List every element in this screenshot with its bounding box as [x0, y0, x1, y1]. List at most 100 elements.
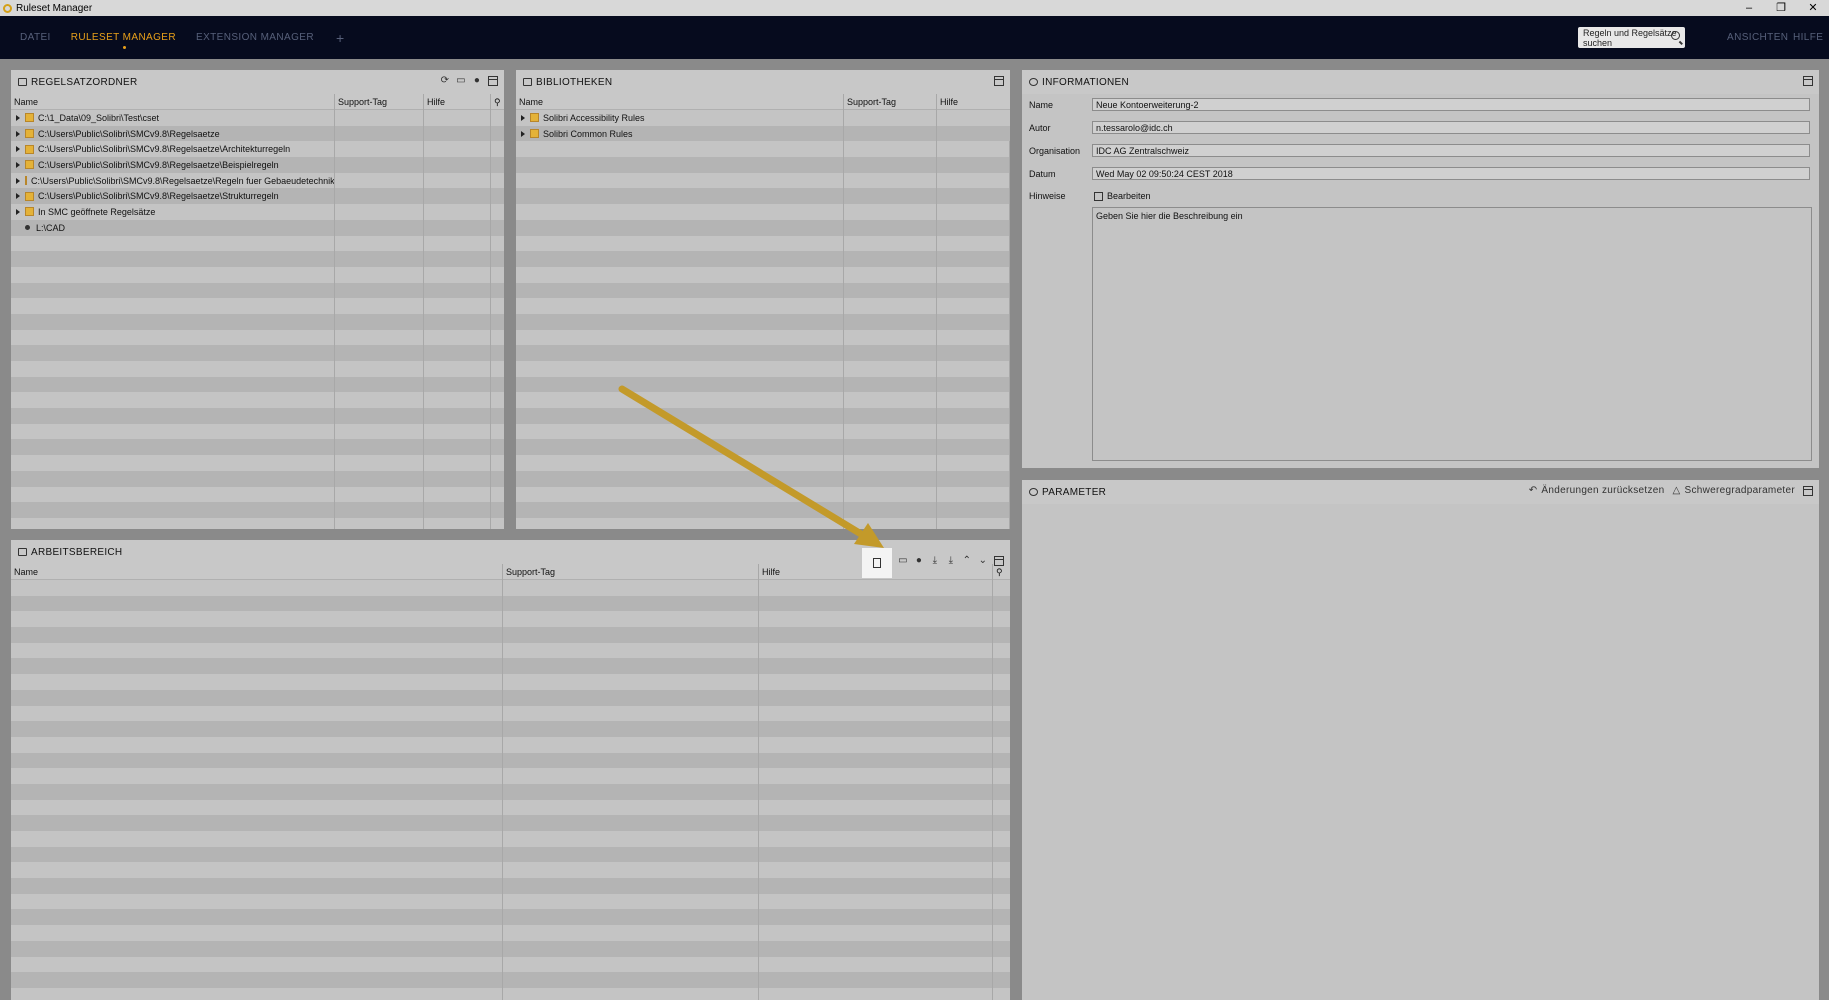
notes-label: Hinweise [1029, 191, 1066, 201]
empty-row [516, 361, 1010, 377]
menu-ansichten[interactable]: ANSICHTEN [1727, 16, 1788, 59]
folder-icon [25, 176, 27, 186]
empty-row [11, 470, 504, 487]
empty-row [516, 502, 1010, 518]
edit-button[interactable]: Bearbeiten [1094, 191, 1151, 201]
expand-icon[interactable] [16, 146, 20, 153]
empty-row [11, 642, 1010, 659]
empty-row [11, 329, 504, 346]
menu-datei[interactable]: DATEI [20, 16, 51, 59]
maximize-panel-icon[interactable] [994, 556, 1004, 566]
severity-parameter-button[interactable]: Schweregradparameter [1685, 486, 1796, 496]
list-item[interactable]: C:\Users\Public\Solibri\SMCv9.8\Regelsae… [11, 188, 504, 205]
name-field-row: Name Neue Kontoerweiterung-2 [1029, 98, 1810, 111]
list-item[interactable]: C:\Users\Public\Solibri\SMCv9.8\Regelsae… [11, 172, 504, 189]
open-folder-icon[interactable]: ▭ [898, 556, 908, 566]
search-input[interactable]: Regeln und Regelsätze suchen [1578, 27, 1685, 48]
expand-icon[interactable] [16, 177, 20, 184]
reset-changes-button[interactable]: Änderungen zurücksetzen [1541, 486, 1664, 496]
column-name[interactable]: Name [11, 563, 503, 580]
info-icon [1029, 78, 1038, 86]
app-logo-icon [3, 3, 12, 13]
column-support-tag[interactable]: Support-Tag [503, 563, 759, 580]
empty-row [516, 376, 1010, 393]
list-item[interactable]: C:\Users\Public\Solibri\SMCv9.8\Regelsae… [11, 157, 504, 173]
empty-row [516, 439, 1010, 456]
column-hilfe[interactable]: Hilfe [937, 94, 1010, 110]
empty-row [11, 502, 504, 518]
organisation-field[interactable]: IDC AG Zentralschweiz [1092, 144, 1810, 157]
empty-row [516, 455, 1010, 471]
maximize-panel-icon[interactable] [488, 76, 498, 86]
new-document-icon [873, 558, 881, 568]
minimize-button[interactable]: – [1733, 0, 1765, 16]
menu-hilfe[interactable]: HILFE [1793, 16, 1823, 59]
column-support-tag[interactable]: Support-Tag [335, 93, 424, 110]
warning-icon: △ [1672, 485, 1681, 496]
empty-row [11, 345, 504, 361]
add-tab-button[interactable]: + [336, 30, 344, 46]
workspace-list [11, 580, 1010, 1000]
column-support-tag[interactable]: Support-Tag [844, 93, 937, 110]
notes-textarea[interactable]: Geben Sie hier die Beschreibung ein [1092, 207, 1812, 461]
refresh-icon[interactable]: ⟳ [440, 76, 450, 86]
empty-row [516, 329, 1010, 346]
chevron-down-icon[interactable]: ⌄ [978, 556, 988, 566]
maximize-panel-icon[interactable] [1803, 76, 1813, 86]
expand-icon[interactable] [16, 208, 20, 215]
maximize-panel-icon[interactable] [994, 76, 1004, 86]
column-name[interactable]: Name [516, 93, 844, 110]
menu-extension-manager[interactable]: EXTENSION MANAGER [196, 16, 314, 59]
empty-row [11, 674, 1010, 690]
list-item[interactable]: C:\Users\Public\Solibri\SMCv9.8\Regelsae… [11, 141, 504, 158]
open-folder-icon[interactable]: ▭ [456, 76, 466, 86]
close-button[interactable]: ✕ [1797, 0, 1829, 16]
expand-icon[interactable] [16, 114, 20, 121]
expand-icon[interactable] [16, 193, 20, 200]
empty-row [516, 172, 1010, 189]
empty-row [11, 768, 1010, 784]
record-icon[interactable]: ● [914, 556, 924, 566]
author-field[interactable]: n.tessarolo@idc.ch [1092, 121, 1810, 134]
regelsatzordner-panel: REGELSATZORDNER ⟳ ▭ ● Name Support-Tag H… [11, 70, 504, 529]
expand-icon[interactable] [521, 114, 525, 121]
panel-title: BIBLIOTHEKEN [536, 76, 613, 88]
name-field[interactable]: Neue Kontoerweiterung-2 [1092, 98, 1810, 111]
empty-row [11, 376, 504, 393]
column-hilfe[interactable]: Hilfe [424, 93, 491, 110]
list-item[interactable]: L:\CAD [11, 219, 504, 236]
expand-icon[interactable] [521, 130, 525, 137]
empty-row [11, 987, 1010, 1000]
empty-row [11, 783, 1010, 800]
empty-row [11, 846, 1010, 863]
chevron-up-icon[interactable]: ⌃ [962, 556, 972, 566]
download-icon[interactable]: ⤓ [930, 556, 940, 566]
list-item[interactable]: Solibri Common Rules [516, 125, 1010, 142]
list-item[interactable]: In SMC geöffnete Regelsätze [11, 204, 504, 220]
record-icon[interactable]: ● [472, 76, 482, 86]
list-item[interactable]: C:\Users\Public\Solibri\SMCv9.8\Regelsae… [11, 125, 504, 142]
date-field[interactable]: Wed May 02 09:50:24 CEST 2018 [1092, 167, 1810, 180]
expand-icon[interactable] [16, 161, 20, 168]
new-ruleset-button[interactable] [862, 548, 892, 578]
empty-row [11, 878, 1010, 894]
bibliotheken-panel: BIBLIOTHEKEN Name Support-Tag Hilfe Soli… [516, 70, 1010, 529]
search-icon[interactable] [1671, 31, 1680, 40]
empty-row [11, 517, 504, 529]
date-label: Datum [1029, 168, 1056, 179]
folder-icon [530, 113, 539, 123]
expand-icon[interactable] [16, 130, 20, 137]
empty-row [516, 408, 1010, 424]
list-item[interactable]: Solibri Accessibility Rules [516, 110, 1010, 126]
restore-button[interactable]: ❐ [1765, 0, 1797, 16]
list-item[interactable]: C:\1_Data\09_Solibri\Test\cset [11, 110, 504, 126]
empty-row [11, 313, 504, 330]
menu-ruleset-manager[interactable]: RULESET MANAGER [71, 16, 176, 59]
panel-title: PARAMETER [1042, 486, 1107, 498]
maximize-panel-icon[interactable] [1803, 486, 1813, 496]
column-name[interactable]: Name [11, 93, 335, 110]
empty-row [11, 627, 1010, 643]
arbeitsbereich-panel: ARBEITSBEREICH ▭ ● ⤓ ⤓ ⌃ ⌄ Name Support-… [11, 540, 1010, 1000]
save-icon[interactable]: ⤓ [946, 556, 956, 566]
empty-row [11, 658, 1010, 675]
